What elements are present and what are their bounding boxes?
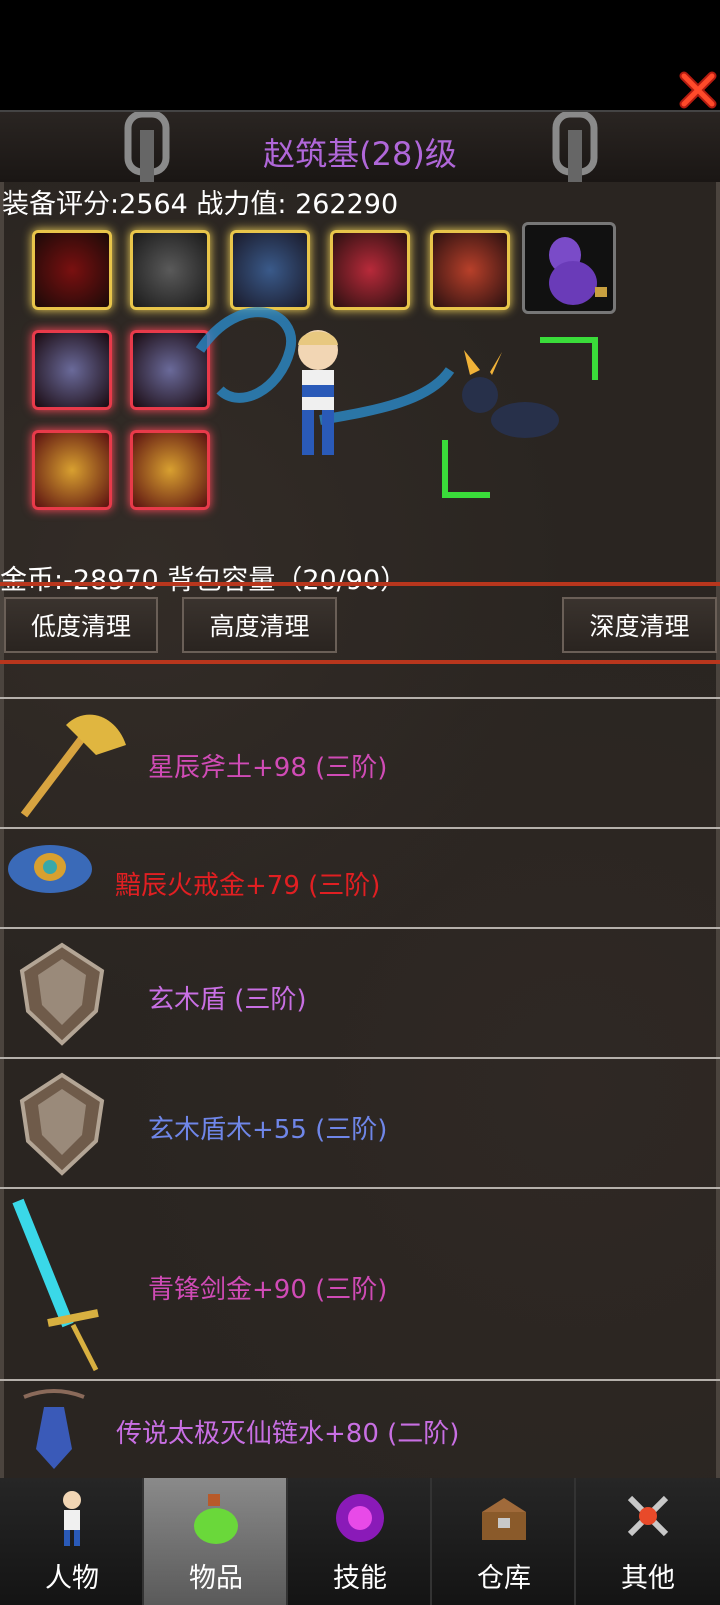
tab-warehouse[interactable]: 仓库: [432, 1478, 576, 1605]
bottom-tab-bar: 人物 物品 技能 仓库 其他: [0, 1478, 720, 1605]
tab-character-label: 人物: [45, 1563, 99, 1594]
tab-character[interactable]: 人物: [0, 1478, 144, 1605]
low-clean-button[interactable]: 低度清理: [4, 597, 158, 653]
axe-icon: [20, 714, 126, 818]
character-title: 赵筑基(28)级: [263, 135, 457, 173]
tab-other[interactable]: 其他: [576, 1478, 720, 1605]
cleanup-divider-bottom: [0, 660, 720, 664]
item-name: 星辰斧土+98 (三阶): [148, 753, 388, 783]
tab-items[interactable]: 物品: [144, 1478, 288, 1605]
sword-icon: [12, 1198, 99, 1372]
list-item[interactable]: 青锋剑金+90 (三阶): [0, 1187, 720, 1379]
character-icon: [63, 1491, 81, 1546]
pet-display: [442, 337, 598, 498]
equipment-score-text: 装备评分:2564 战力值: 262290: [2, 189, 399, 220]
deep-clean-button[interactable]: 深度清理: [562, 597, 717, 653]
crossed-swords-icon: [627, 1495, 669, 1537]
treasure-chest-icon: [482, 1498, 526, 1540]
weapon-slot-1-icon[interactable]: [32, 330, 112, 410]
shield-icon: [19, 1072, 105, 1176]
character-avatar: [298, 330, 338, 455]
tab-skills-label: 技能: [333, 1563, 387, 1594]
tab-skills[interactable]: 技能: [288, 1478, 432, 1605]
gourd-slot-icon[interactable]: [522, 222, 616, 314]
tab-other-label: 其他: [621, 1563, 675, 1594]
gold-capacity-text: 金币:-28970 背包容量（20/90）: [0, 565, 408, 596]
high-clean-button[interactable]: 高度清理: [182, 597, 337, 653]
list-item[interactable]: 玄木盾 (三阶): [0, 927, 720, 1057]
tab-items-label: 物品: [189, 1563, 243, 1594]
list-item[interactable]: 黯辰火戒金+79 (三阶): [0, 827, 720, 927]
potion-icon: [194, 1494, 238, 1544]
item-name: 黯辰火戒金+79 (三阶): [115, 871, 381, 901]
shield-icon: [19, 942, 105, 1046]
chain-necklace-icon: [23, 1389, 85, 1469]
item-name: 青锋剑金+90 (三阶): [148, 1275, 388, 1305]
item-name: 传说太极灭仙链水+80 (二阶): [116, 1419, 460, 1449]
top-black-area: [0, 0, 720, 110]
list-item[interactable]: 星辰斧土+98 (三阶): [0, 697, 720, 827]
skill-orb-icon: [336, 1494, 384, 1542]
list-item[interactable]: 传说太极灭仙链水+80 (二阶): [0, 1379, 720, 1478]
panel-header: 赵筑基(28)级: [0, 110, 720, 184]
cleanup-divider-top: [0, 582, 720, 586]
helmet-slot-icon[interactable]: [32, 230, 112, 310]
item-name: 玄木盾木+55 (三阶): [148, 1115, 388, 1145]
tab-warehouse-label: 仓库: [477, 1563, 531, 1594]
item-name: 玄木盾 (三阶): [148, 985, 307, 1015]
ring-icon: [8, 845, 92, 893]
ring-slot-1-icon[interactable]: [32, 430, 112, 510]
close-icon[interactable]: [678, 70, 718, 110]
list-item[interactable]: 玄木盾木+55 (三阶): [0, 1057, 720, 1187]
